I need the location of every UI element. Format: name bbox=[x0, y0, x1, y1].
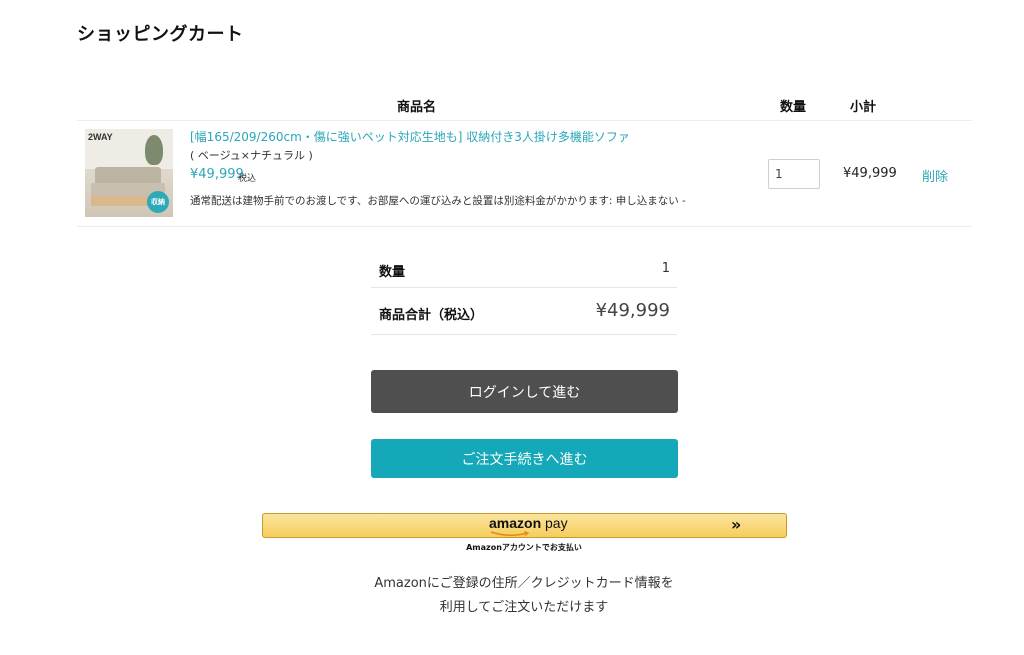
product-variant: ( ベージュ×ナチュラル ) bbox=[190, 149, 313, 162]
summary-quantity-row: 数量 1 bbox=[371, 252, 677, 288]
page-title: ショッピングカート bbox=[77, 24, 244, 45]
delivery-note: 通常配送は建物手前でのお渡しです、お部屋への運び込みと設置は別途料金がかかります… bbox=[190, 195, 686, 207]
amazon-logo-text: amazon bbox=[489, 515, 542, 531]
amazon-smile-icon bbox=[490, 531, 530, 537]
summary-quantity-label: 数量 bbox=[379, 265, 406, 280]
tax-included-label: 税込 bbox=[238, 174, 257, 184]
summary-total-label: 商品合計（税込） bbox=[379, 308, 484, 323]
cart-item-row: 2WAY 収納 [幅165/209/260cm・傷に強いペット対応生地も] 収納… bbox=[77, 121, 972, 227]
header-subtotal: 小計 bbox=[850, 100, 877, 115]
product-name-link[interactable]: [幅165/209/260cm・傷に強いペット対応生地も] 収納付き3人掛け多機… bbox=[190, 128, 630, 145]
double-chevron-right-icon: » bbox=[731, 515, 742, 534]
proceed-to-checkout-button[interactable]: ご注文手続きへ進む bbox=[371, 439, 678, 478]
row-subtotal: ¥49,999 bbox=[843, 166, 897, 181]
summary-total-value: ¥49,999 bbox=[595, 300, 670, 321]
thumbnail-storage-badge: 収納 bbox=[147, 191, 169, 213]
thumbnail-plant bbox=[145, 135, 163, 165]
delete-item-link[interactable]: 削除 bbox=[922, 166, 948, 185]
thumbnail-2way-label: 2WAY bbox=[88, 132, 113, 142]
quantity-input[interactable] bbox=[768, 159, 820, 189]
amazon-desc-line-2: 利用してご注文いただけます bbox=[439, 600, 609, 615]
amazon-pay-button[interactable]: amazon pay » bbox=[262, 513, 787, 538]
header-quantity: 数量 bbox=[780, 100, 807, 115]
product-thumbnail[interactable]: 2WAY 収納 bbox=[85, 129, 173, 217]
order-summary: 数量 1 商品合計（税込） ¥49,999 bbox=[371, 252, 677, 335]
amazon-pay-description: Amazonにご登録の住所／クレジットカード情報を 利用してご注文いただけます bbox=[0, 572, 1024, 620]
cart-table-header: 商品名 数量 小計 bbox=[77, 90, 972, 121]
summary-quantity-value: 1 bbox=[661, 261, 670, 276]
summary-total-row: 商品合計（税込） ¥49,999 bbox=[371, 288, 677, 335]
header-product-name: 商品名 bbox=[397, 100, 437, 115]
product-price: ¥49,999 bbox=[190, 167, 244, 182]
pay-logo-text: pay bbox=[545, 515, 568, 531]
login-and-proceed-button[interactable]: ログインして進む bbox=[371, 370, 678, 413]
amazon-desc-line-1: Amazonにご登録の住所／クレジットカード情報を bbox=[374, 576, 674, 591]
amazon-pay-sub-label: Amazonアカウントでお支払い bbox=[466, 543, 582, 552]
amazon-pay-logo: amazon pay bbox=[489, 515, 568, 531]
